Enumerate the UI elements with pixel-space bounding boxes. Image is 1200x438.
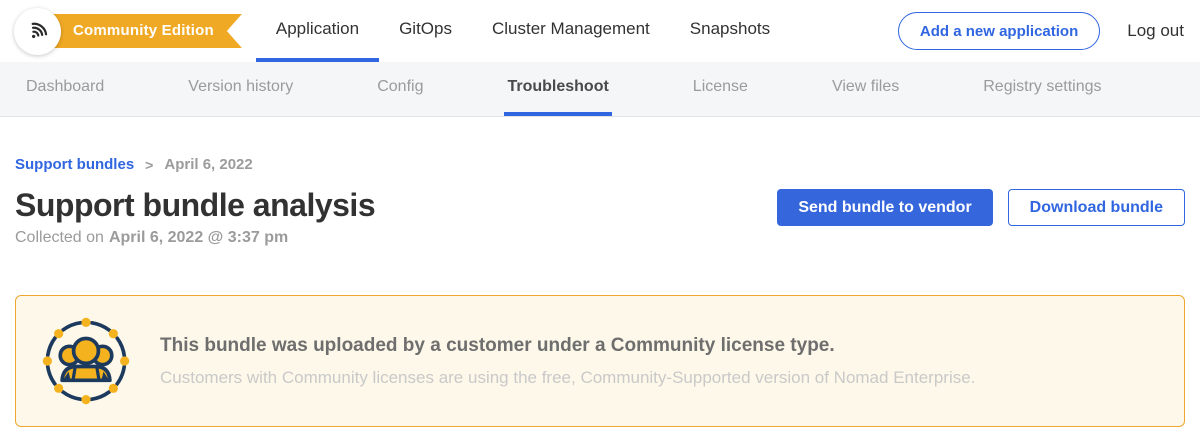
community-license-banner: This bundle was uploaded by a customer u… xyxy=(15,295,1185,427)
title-block: Support bundle analysis Collected on Apri… xyxy=(15,188,375,247)
collected-date: April 6, 2022 @ 3:37 pm xyxy=(109,229,288,246)
breadcrumb-support-bundles-link[interactable]: Support bundles xyxy=(15,156,134,173)
banner-text: This bundle was uploaded by a customer u… xyxy=(160,335,975,388)
send-bundle-to-vendor-button[interactable]: Send bundle to vendor xyxy=(777,189,992,226)
top-nav: Community Edition Application GitOps Clu… xyxy=(0,0,1200,62)
bundle-actions: Send bundle to vendor Download bundle xyxy=(777,189,1185,226)
collected-prefix: Collected on xyxy=(15,229,104,246)
collected-timestamp: Collected on April 6, 2022 @ 3:37 pm xyxy=(15,229,375,247)
breadcrumb-current: April 6, 2022 xyxy=(164,156,252,173)
page-title: Support bundle analysis xyxy=(15,188,375,223)
download-bundle-button[interactable]: Download bundle xyxy=(1008,189,1185,226)
topnav-tab-cluster-management[interactable]: Cluster Management xyxy=(472,0,670,62)
subnav-tab-config[interactable]: Config xyxy=(374,62,426,116)
app-logo[interactable] xyxy=(14,8,61,55)
community-license-icon xyxy=(40,315,132,407)
topnav-tab-application[interactable]: Application xyxy=(256,0,379,62)
title-row: Support bundle analysis Collected on Apri… xyxy=(15,188,1185,247)
community-edition-badge: Community Edition xyxy=(31,14,242,48)
topnav-tab-gitops[interactable]: GitOps xyxy=(379,0,472,62)
replicated-logo-icon xyxy=(24,18,51,45)
subnav-tab-registry-settings[interactable]: Registry settings xyxy=(980,62,1104,116)
breadcrumb-separator: > xyxy=(145,157,153,173)
banner-title: This bundle was uploaded by a customer u… xyxy=(160,335,975,357)
subnav-tab-view-files[interactable]: View files xyxy=(829,62,902,116)
main-content: Support bundles > April 6, 2022 Support … xyxy=(0,156,1200,427)
breadcrumb: Support bundles > April 6, 2022 xyxy=(15,156,1185,173)
brand: Community Edition xyxy=(14,8,242,55)
topnav-tabs: Application GitOps Cluster Management Sn… xyxy=(256,0,790,62)
topnav-right: Add a new application Log out xyxy=(898,12,1200,50)
sub-nav: Dashboard Version history Config Trouble… xyxy=(0,62,1200,117)
topnav-tab-snapshots[interactable]: Snapshots xyxy=(670,0,790,62)
banner-subtitle: Customers with Community licenses are us… xyxy=(160,368,975,388)
logout-link[interactable]: Log out xyxy=(1127,21,1184,41)
subnav-tab-license[interactable]: License xyxy=(690,62,751,116)
subnav-tab-dashboard[interactable]: Dashboard xyxy=(23,62,107,116)
subnav-tab-version-history[interactable]: Version history xyxy=(185,62,296,116)
subnav-tab-troubleshoot[interactable]: Troubleshoot xyxy=(504,62,611,116)
add-new-application-button[interactable]: Add a new application xyxy=(898,12,1100,50)
